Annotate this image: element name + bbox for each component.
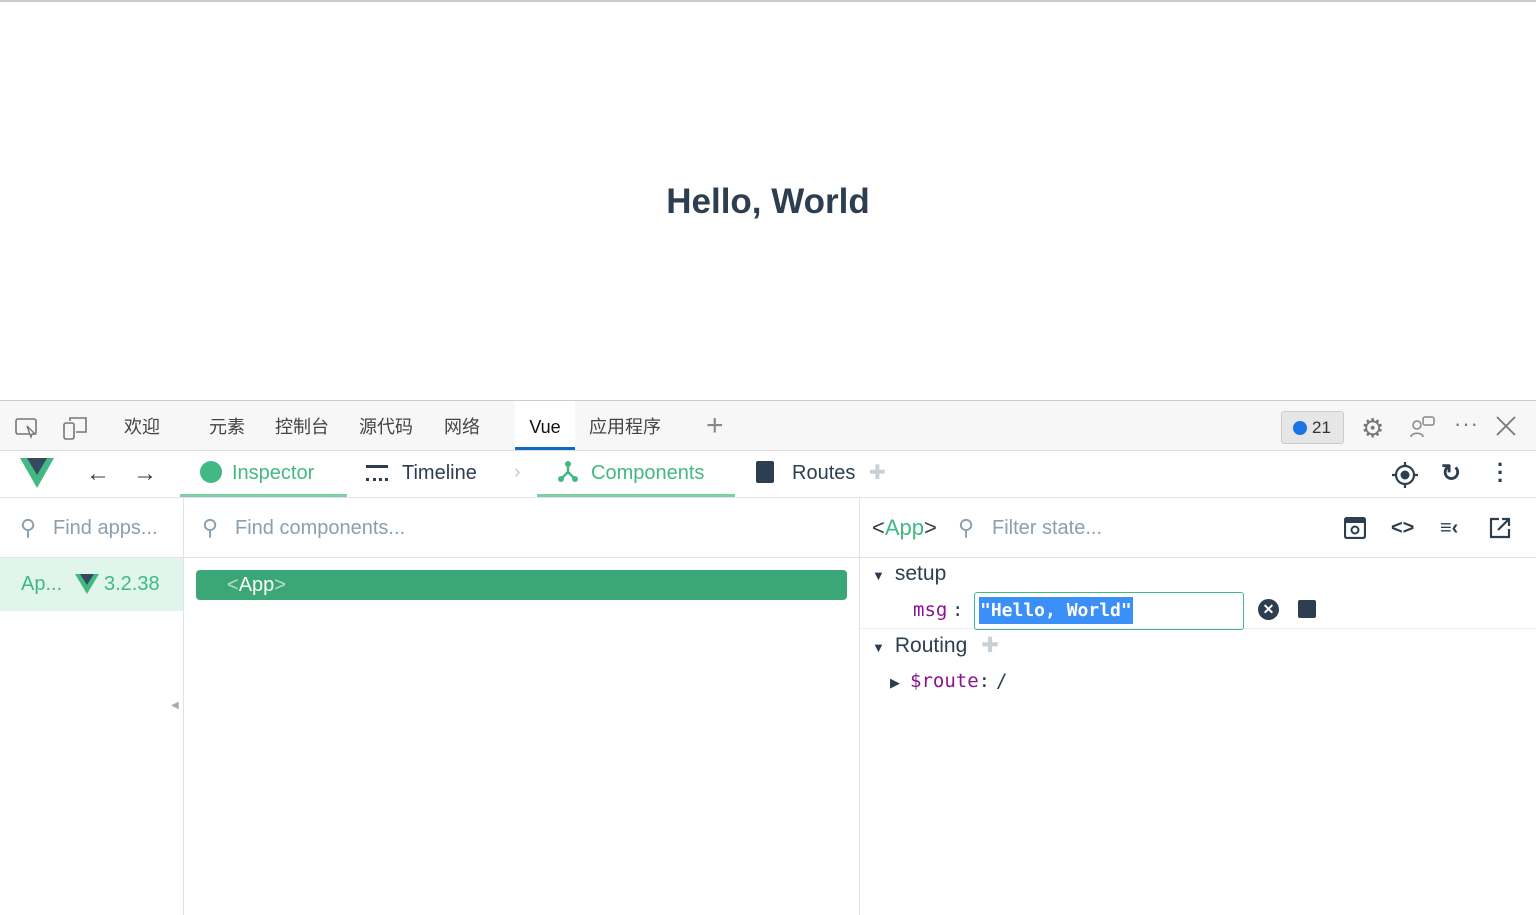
apps-pane: ⚲ Find apps... Ap... 3.2.38 ◀ <box>0 498 184 915</box>
state-section-routing[interactable]: ▼ Routing ✚ <box>872 633 999 658</box>
tab-components[interactable]: Components <box>537 451 735 497</box>
tab-vue[interactable]: Vue <box>515 401 575 450</box>
plugin-icon: ✚ <box>981 634 999 657</box>
add-tab-icon[interactable]: + <box>706 409 724 443</box>
plugin-icon: ✚ <box>868 462 886 484</box>
close-devtools-icon[interactable] <box>1495 415 1517 437</box>
inspect-element-icon[interactable] <box>14 415 40 439</box>
filter-state-input[interactable]: Filter state... <box>992 498 1102 558</box>
tab-routes[interactable]: Routes ✚ <box>756 451 886 497</box>
selected-component-name: <App> <box>872 515 937 540</box>
save-edit-icon[interactable] <box>1298 600 1316 618</box>
state-field-msg: msg : "Hello, World" ✕ <box>860 592 1536 630</box>
compass-icon <box>200 461 222 483</box>
components-pane: ⚲ Find components... <App> <box>184 498 860 915</box>
tab-network[interactable]: 网络 <box>430 401 494 450</box>
state-pane: <App> ⚲ Filter state... <> ≡‹ ▼ setup msg… <box>860 498 1536 915</box>
vue-devtools-toolbar: ← → Inspector Timeline › Components Rout… <box>0 451 1536 498</box>
caret-down-icon: ▼ <box>872 568 885 583</box>
tab-console[interactable]: 控制台 <box>261 401 343 450</box>
more-vertical-icon[interactable]: · · · <box>1497 454 1504 492</box>
show-render-code-icon[interactable]: <> <box>1391 498 1414 558</box>
select-component-target-icon[interactable] <box>1392 462 1418 488</box>
open-in-editor-icon[interactable] <box>1489 517 1511 539</box>
search-icon: ⚲ <box>20 515 37 540</box>
message-icon <box>1293 421 1307 435</box>
tab-timeline[interactable]: Timeline <box>366 451 477 497</box>
msg-edit-input[interactable]: "Hello, World" <box>974 592 1244 630</box>
issues-badge[interactable]: 21 <box>1281 411 1344 444</box>
back-arrow-icon[interactable]: ← <box>86 460 110 488</box>
find-components-input[interactable]: ⚲ Find components... <box>184 498 859 558</box>
collapse-handle-icon[interactable]: ◀ <box>171 700 179 711</box>
tab-sources[interactable]: 源代码 <box>345 401 427 450</box>
scroll-to-component-icon[interactable] <box>1344 517 1366 539</box>
state-field-route[interactable]: ▶ $route: / <box>890 669 1007 693</box>
device-emulation-icon[interactable] <box>62 415 88 441</box>
find-apps-input[interactable]: ⚲ Find apps... <box>0 498 183 558</box>
component-tree-node-app[interactable]: <App> <box>196 570 847 600</box>
caret-down-icon: ▼ <box>872 640 885 655</box>
tab-elements[interactable]: 元素 <box>195 401 259 450</box>
page-heading: Hello, World <box>666 182 870 221</box>
feedback-icon[interactable] <box>1410 415 1436 439</box>
tab-welcome[interactable]: 欢迎 <box>110 401 174 450</box>
devtools-toolbar: 欢迎 元素 控制台 源代码 网络 Vue 应用程序 + 21 ⚙ ··· <box>0 400 1536 451</box>
search-icon: ⚲ <box>958 515 975 540</box>
refresh-icon[interactable]: ↻ <box>1441 459 1461 488</box>
state-section-setup[interactable]: ▼ setup <box>872 562 946 586</box>
app-list-item[interactable]: Ap... 3.2.38 <box>0 558 183 611</box>
settings-gear-icon[interactable]: ⚙ <box>1361 413 1384 444</box>
search-icon: ⚲ <box>202 515 219 540</box>
caret-right-icon: ▶ <box>890 675 900 690</box>
vue-logo-icon <box>20 458 54 488</box>
web-page: Hello, World <box>0 0 1536 400</box>
components-tree-icon <box>557 460 579 482</box>
tab-application[interactable]: 应用程序 <box>575 401 675 450</box>
cancel-edit-icon[interactable]: ✕ <box>1258 599 1279 620</box>
forward-arrow-icon[interactable]: → <box>133 460 157 488</box>
more-options-icon[interactable]: ··· <box>1454 411 1479 437</box>
state-header: <App> ⚲ Filter state... <> ≡‹ <box>860 498 1536 558</box>
chevron-right-icon: › <box>514 461 521 483</box>
book-icon <box>756 461 774 483</box>
vue-logo-icon <box>75 574 99 594</box>
timeline-icon <box>366 465 388 481</box>
tab-inspector[interactable]: Inspector <box>180 451 347 497</box>
inspect-dom-icon[interactable]: ≡‹ <box>1440 498 1458 558</box>
